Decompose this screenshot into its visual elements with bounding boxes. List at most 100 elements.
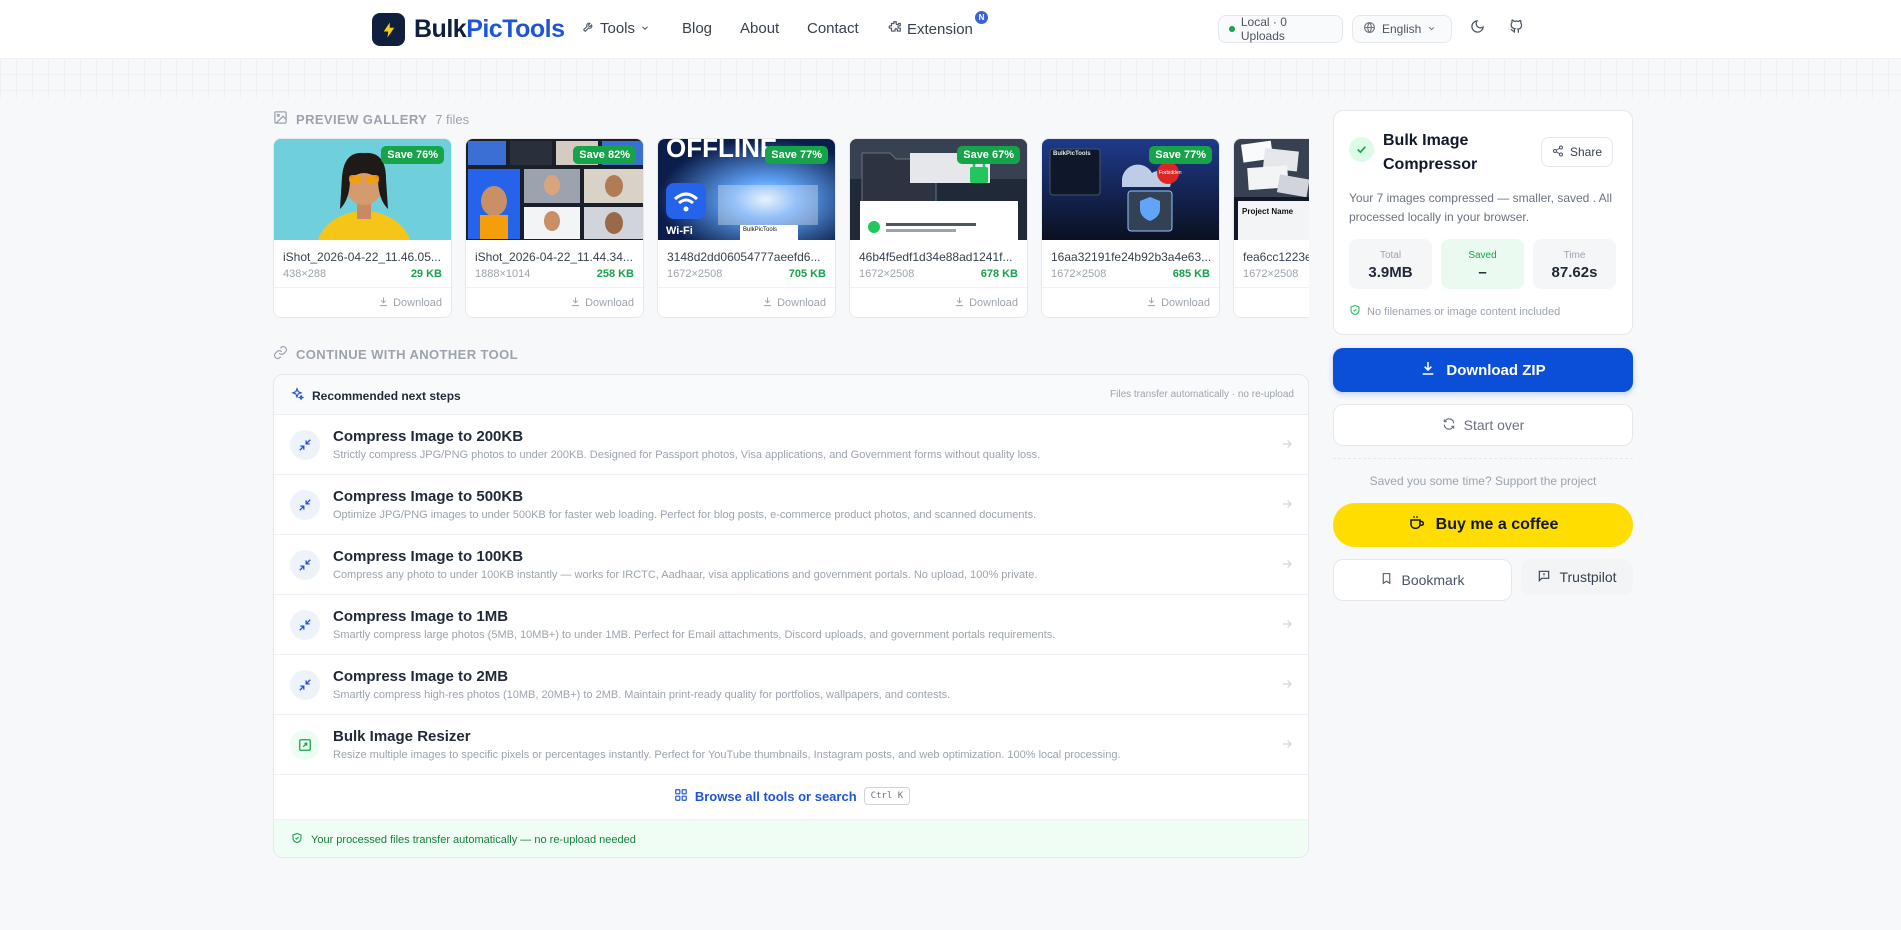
logo[interactable]: BulkPicTools — [372, 13, 565, 46]
file-name: fea6cc1223e — [1243, 250, 1309, 264]
stat-time: Time 87.62s — [1533, 239, 1616, 289]
summary-card: Bulk Image Compressor Share Your 7 image… — [1333, 110, 1633, 335]
summary-title: Bulk Image Compressor — [1383, 132, 1478, 173]
divider — [1333, 458, 1633, 459]
logo-text-part1: Bulk — [414, 15, 467, 43]
transfer-notice-text: Your processed files transfer automatica… — [311, 833, 636, 846]
download-button[interactable]: Download — [1146, 296, 1210, 310]
arrow-right-icon — [1280, 617, 1294, 636]
compress-icon — [290, 490, 320, 520]
stat-saved: Saved – — [1441, 239, 1524, 289]
file-size: 685 KB — [1172, 268, 1210, 280]
file-size: 29 KB — [410, 268, 442, 280]
nav-tools[interactable]: Tools — [582, 20, 650, 37]
lightning-icon — [372, 13, 405, 46]
download-button[interactable]: Download — [570, 296, 634, 310]
coffee-label: Buy me a coffee — [1435, 516, 1559, 533]
privacy-note: No filenames or image content included — [1349, 304, 1560, 319]
save-badge: Save 82% — [573, 146, 636, 164]
nav-blog[interactable]: Blog — [682, 20, 712, 37]
tool-row-compress-100kb[interactable]: Compress Image to 100KB Compress any pho… — [274, 535, 1308, 595]
gallery-card[interactable]: BulkPicTools Forbidden Save 77% 16aa3219… — [1041, 138, 1220, 318]
divider — [274, 287, 451, 288]
download-icon — [378, 296, 389, 310]
logo-text: BulkPicTools — [414, 15, 565, 44]
nav-about[interactable]: About — [740, 20, 779, 37]
gallery-card[interactable]: Save 67% 46b4f5edf1d34e88ad1241f... 1672… — [849, 138, 1028, 318]
thumb-text: Project Name — [1242, 207, 1294, 216]
nav-extension[interactable]: Extension — [888, 20, 973, 38]
chevron-down-icon — [640, 20, 650, 37]
arrow-right-icon — [1280, 497, 1294, 516]
tool-row-compress-200kb[interactable]: Compress Image to 200KB Strictly compres… — [274, 415, 1308, 475]
tool-row-compress-500kb[interactable]: Compress Image to 500KB Optimize JPG/PNG… — [274, 475, 1308, 535]
trustpilot-button[interactable]: Trustpilot — [1521, 559, 1633, 595]
gallery-card[interactable]: OFFLINE Wi-Fi BulkPicTools Save 77% 3148… — [657, 138, 836, 318]
save-badge: Save 77% — [1149, 146, 1212, 164]
dark-mode-toggle[interactable] — [1466, 18, 1488, 40]
grid-icon — [674, 788, 688, 805]
download-label: Download — [585, 297, 634, 309]
gallery-title: PREVIEW GALLERY — [296, 111, 428, 127]
gallery-card[interactable]: Save 82% iShot_2026-04-22_11.44.34... 18… — [465, 138, 644, 318]
download-button[interactable]: Download — [954, 296, 1018, 310]
file-dimensions: 1672×2508 — [1051, 268, 1107, 280]
chevron-down-icon — [1427, 22, 1436, 36]
tool-row-compress-2mb[interactable]: Compress Image to 2MB Smartly compress h… — [274, 655, 1308, 715]
language-select[interactable]: English — [1352, 15, 1452, 43]
buy-me-a-coffee-button[interactable]: Buy me a coffee — [1333, 503, 1633, 547]
browse-all-tools-link[interactable]: Browse all tools or search Ctrl K — [274, 775, 1308, 817]
gallery-card[interactable]: Project Name fea6cc1223e 1672×2508 — [1233, 138, 1309, 318]
support-text: Saved you some time? Support the project — [1369, 474, 1597, 488]
tool-title: Bulk Image Resizer — [333, 728, 471, 745]
download-label: Download — [969, 297, 1018, 309]
tool-description: Strictly compress JPG/PNG photos to unde… — [333, 449, 1041, 461]
privacy-text: No filenames or image content included — [1367, 305, 1561, 318]
nav-tools-label: Tools — [600, 20, 636, 37]
download-zip-label: Download ZIP — [1446, 361, 1546, 379]
file-dimensions: 438×288 — [283, 268, 327, 280]
start-over-label: Start over — [1463, 417, 1525, 433]
moon-icon — [1470, 19, 1485, 39]
file-name: 16aa32191fe24b92b3a4e63... — [1051, 250, 1212, 264]
tool-row-compress-1mb[interactable]: Compress Image to 1MB Smartly compress l… — [274, 595, 1308, 655]
thumb-text: Wi-Fi — [666, 225, 693, 237]
tool-row-bulk-resizer[interactable]: Bulk Image Resizer Resize multiple image… — [274, 715, 1308, 775]
panel-header: Recommended next steps Files transfer au… — [274, 375, 1308, 415]
logo-text-part2: PicTools — [466, 15, 565, 43]
panel-title-text: Recommended next steps — [312, 388, 461, 403]
download-button[interactable]: Download — [378, 296, 442, 310]
link-icon — [273, 345, 288, 363]
download-zip-button[interactable]: Download ZIP — [1333, 348, 1633, 392]
divider — [466, 287, 643, 288]
tool-description: Resize multiple images to specific pixel… — [333, 749, 1121, 761]
stat-label: Saved — [1468, 250, 1497, 261]
panel-title: Recommended next steps — [290, 387, 461, 404]
tool-title: Compress Image to 100KB — [333, 548, 524, 565]
sparkle-icon — [290, 387, 305, 404]
bookmark-button[interactable]: Bookmark — [1333, 559, 1512, 601]
download-button[interactable]: Download — [762, 296, 826, 310]
file-dimensions: 1672×2508 — [667, 268, 723, 280]
thumb-text: Forbidden — [1159, 170, 1182, 176]
start-over-button[interactable]: Start over — [1333, 404, 1633, 446]
save-badge: Save 77% — [765, 146, 828, 164]
wrench-icon — [582, 20, 595, 37]
stat-value: – — [1478, 264, 1487, 281]
download-label: Download — [393, 297, 442, 309]
github-link[interactable] — [1505, 18, 1527, 40]
download-label: Download — [777, 297, 826, 309]
file-name: 3148d2dd06054777aeefd6... — [667, 250, 821, 264]
github-icon — [1509, 19, 1524, 39]
file-dimensions: 1888×1014 — [475, 268, 531, 280]
arrow-right-icon — [1280, 437, 1294, 456]
compress-icon — [290, 430, 320, 460]
gallery-card[interactable]: Save 76% iShot_2026-04-22_11.46.05... 43… — [273, 138, 452, 318]
file-name: iShot_2026-04-22_11.46.05... — [283, 250, 441, 264]
share-button[interactable]: Share — [1541, 137, 1614, 167]
shield-check-icon — [291, 832, 303, 847]
preview-gallery[interactable]: Save 76% iShot_2026-04-22_11.46.05... 43… — [273, 138, 1309, 320]
status-dot — [1229, 26, 1235, 32]
download-icon — [762, 296, 773, 310]
nav-contact[interactable]: Contact — [807, 20, 859, 37]
